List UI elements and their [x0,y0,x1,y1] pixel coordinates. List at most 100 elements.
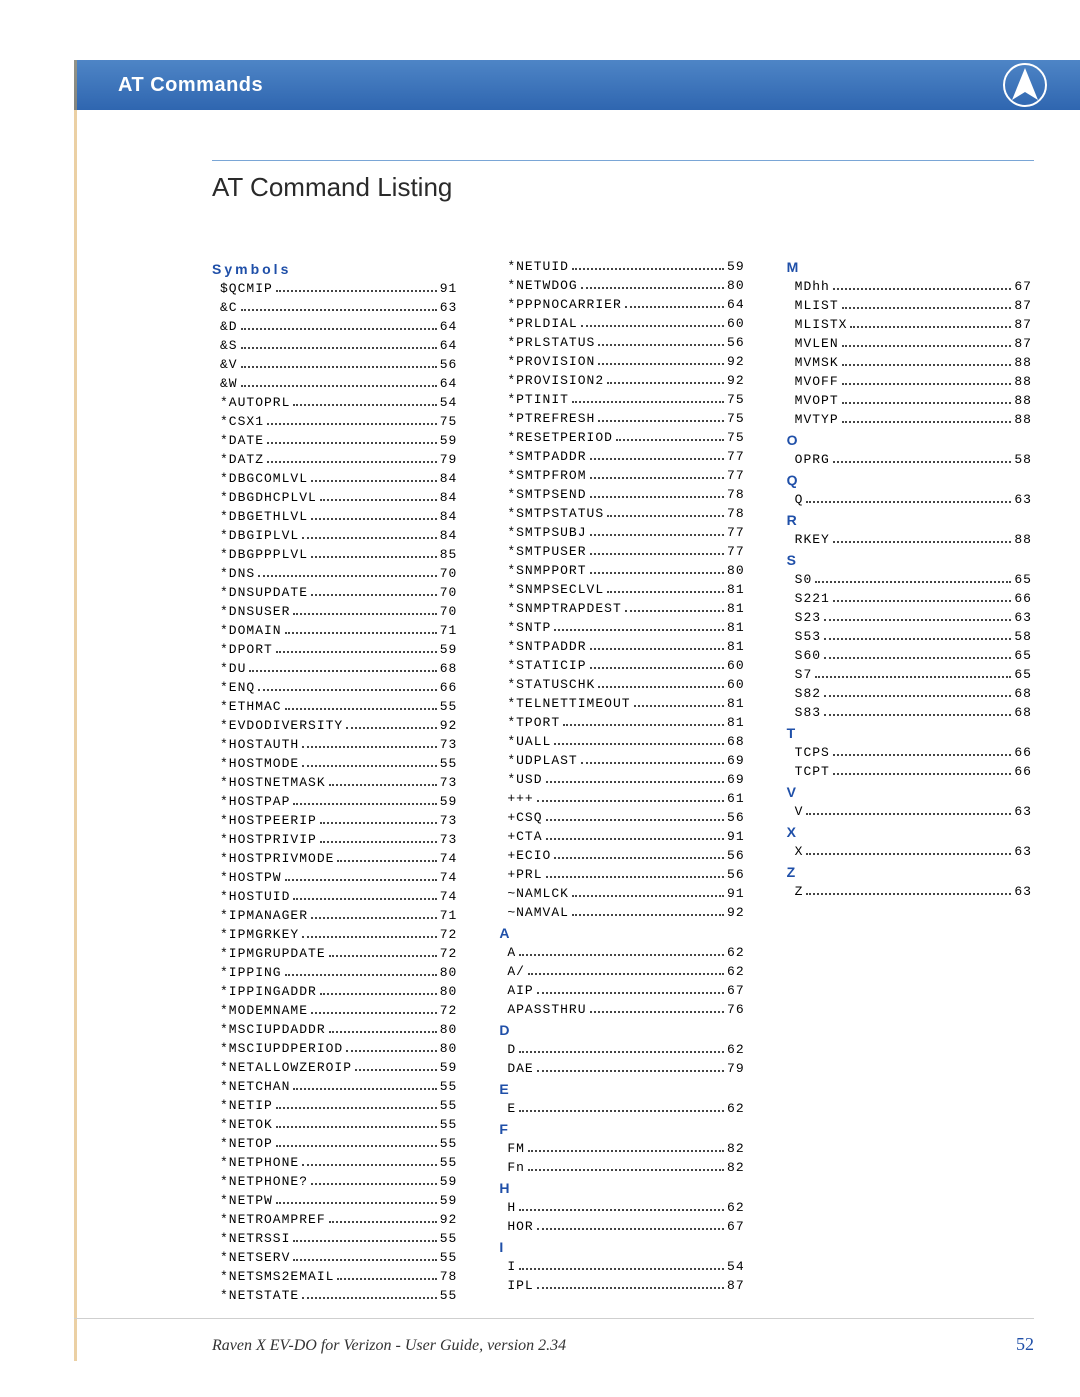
index-entry[interactable]: *SNTPADDR81 [507,638,744,656]
index-entry[interactable]: *NETPHONE55 [220,1154,457,1172]
index-entry[interactable]: *MSCIUPDADDR80 [220,1021,457,1039]
index-entry[interactable]: TCPS66 [795,744,1032,762]
index-entry[interactable]: *NETIP55 [220,1097,457,1115]
index-entry[interactable]: S6065 [795,647,1032,665]
index-entry[interactable]: *NETSERV55 [220,1249,457,1267]
index-entry[interactable]: MLIST87 [795,297,1032,315]
index-entry[interactable]: *SMTPSTATUS78 [507,505,744,523]
index-entry[interactable]: *PROVISION92 [507,353,744,371]
index-entry[interactable]: AIP67 [507,982,744,1000]
index-entry[interactable]: *PRLDIAL60 [507,315,744,333]
index-entry[interactable]: APASSTHRU76 [507,1001,744,1019]
index-entry[interactable]: +CSQ56 [507,809,744,827]
index-entry[interactable]: *DNS70 [220,565,457,583]
index-entry[interactable]: S8268 [795,685,1032,703]
index-entry[interactable]: *DBGCOMLVL84 [220,470,457,488]
index-entry[interactable]: DAE79 [507,1060,744,1078]
index-entry[interactable]: *DBGPPPLVL85 [220,546,457,564]
index-entry[interactable]: *IPMGRUPDATE72 [220,945,457,963]
index-entry[interactable]: *NETALLOWZEROIP59 [220,1059,457,1077]
index-entry[interactable]: *EVDODIVERSITY92 [220,717,457,735]
index-entry[interactable]: *TELNETTIMEOUT81 [507,695,744,713]
index-entry[interactable]: *HOSTPW74 [220,869,457,887]
index-entry[interactable]: *HOSTPEERIP73 [220,812,457,830]
index-entry[interactable]: *NETOK55 [220,1116,457,1134]
index-entry[interactable]: *SNMPPORT80 [507,562,744,580]
index-entry[interactable]: $QCMIP91 [220,280,457,298]
index-entry[interactable]: *RESETPERIOD75 [507,429,744,447]
index-entry[interactable]: MVOPT88 [795,392,1032,410]
index-entry[interactable]: *NETRSSI55 [220,1230,457,1248]
index-entry[interactable]: RKEY88 [795,531,1032,549]
index-entry[interactable]: *SMTPUSER77 [507,543,744,561]
index-entry[interactable]: *CSX175 [220,413,457,431]
index-entry[interactable]: *HOSTAUTH73 [220,736,457,754]
index-entry[interactable]: *HOSTNETMASK73 [220,774,457,792]
index-entry[interactable]: *IPPING80 [220,964,457,982]
index-entry[interactable]: S5358 [795,628,1032,646]
index-entry[interactable]: *NETCHAN55 [220,1078,457,1096]
index-entry[interactable]: *AUTOPRL54 [220,394,457,412]
index-entry[interactable]: MVOFF88 [795,373,1032,391]
index-entry[interactable]: X63 [795,843,1032,861]
index-entry[interactable]: HOR67 [507,1218,744,1236]
index-entry[interactable]: +CTA91 [507,828,744,846]
index-entry[interactable]: TCPT66 [795,763,1032,781]
index-entry[interactable]: +PRL56 [507,866,744,884]
index-entry[interactable]: *SNMPTRAPDEST81 [507,600,744,618]
index-entry[interactable]: S2363 [795,609,1032,627]
index-entry[interactable]: *DBGETHLVL84 [220,508,457,526]
index-entry[interactable]: Q63 [795,491,1032,509]
index-entry[interactable]: +ECIO56 [507,847,744,865]
index-entry[interactable]: *PRLSTATUS56 [507,334,744,352]
index-entry[interactable]: *DBGIPLVL84 [220,527,457,545]
index-entry[interactable]: *PPPNOCARRIER64 [507,296,744,314]
index-entry[interactable]: *IPPINGADDR80 [220,983,457,1001]
index-entry[interactable]: *IPMANAGER71 [220,907,457,925]
index-entry[interactable]: *HOSTPRIVMODE74 [220,850,457,868]
index-entry[interactable]: *NETPW59 [220,1192,457,1210]
index-entry[interactable]: *NETOP55 [220,1135,457,1153]
index-entry[interactable]: *NETWDOG80 [507,277,744,295]
index-entry[interactable]: A/62 [507,963,744,981]
index-entry[interactable]: *DNSUPDATE70 [220,584,457,602]
index-entry[interactable]: MLISTX87 [795,316,1032,334]
index-entry[interactable]: *HOSTPRIVIP73 [220,831,457,849]
index-entry[interactable]: V63 [795,803,1032,821]
index-entry[interactable]: *SMTPSUBJ77 [507,524,744,542]
index-entry[interactable]: Z63 [795,883,1032,901]
index-entry[interactable]: *DOMAIN71 [220,622,457,640]
index-entry[interactable]: *MODEMNAME72 [220,1002,457,1020]
index-entry[interactable]: MVLEN87 [795,335,1032,353]
index-entry[interactable]: *SNMPSECLVL81 [507,581,744,599]
index-entry[interactable]: *STATICIP60 [507,657,744,675]
index-entry[interactable]: MDhh67 [795,278,1032,296]
index-entry[interactable]: *SMTPSEND78 [507,486,744,504]
index-entry[interactable]: IPL87 [507,1277,744,1295]
index-entry[interactable]: &W64 [220,375,457,393]
index-entry[interactable]: *ETHMAC55 [220,698,457,716]
index-entry[interactable]: MVMSK88 [795,354,1032,372]
index-entry[interactable]: &C63 [220,299,457,317]
index-entry[interactable]: *MSCIUPDPERIOD80 [220,1040,457,1058]
index-entry[interactable]: *IPMGRKEY72 [220,926,457,944]
index-entry[interactable]: *NETSMS2EMAIL78 [220,1268,457,1286]
index-entry[interactable]: S065 [795,571,1032,589]
index-entry[interactable]: *NETROAMPREF92 [220,1211,457,1229]
index-entry[interactable]: *SMTPADDR77 [507,448,744,466]
index-entry[interactable]: S8368 [795,704,1032,722]
index-entry[interactable]: FM82 [507,1140,744,1158]
index-entry[interactable]: *PTREFRESH75 [507,410,744,428]
index-entry[interactable]: *DATZ79 [220,451,457,469]
index-entry[interactable]: *SMTPFROM77 [507,467,744,485]
index-entry[interactable]: Fn82 [507,1159,744,1177]
index-entry[interactable]: *DBGDHCPLVL84 [220,489,457,507]
index-entry[interactable]: &V56 [220,356,457,374]
index-entry[interactable]: *DNSUSER70 [220,603,457,621]
index-entry[interactable]: &S64 [220,337,457,355]
index-entry[interactable]: *TPORT81 [507,714,744,732]
index-entry[interactable]: *HOSTUID74 [220,888,457,906]
index-entry[interactable]: &D64 [220,318,457,336]
index-entry[interactable]: *DATE59 [220,432,457,450]
index-entry[interactable]: H62 [507,1199,744,1217]
